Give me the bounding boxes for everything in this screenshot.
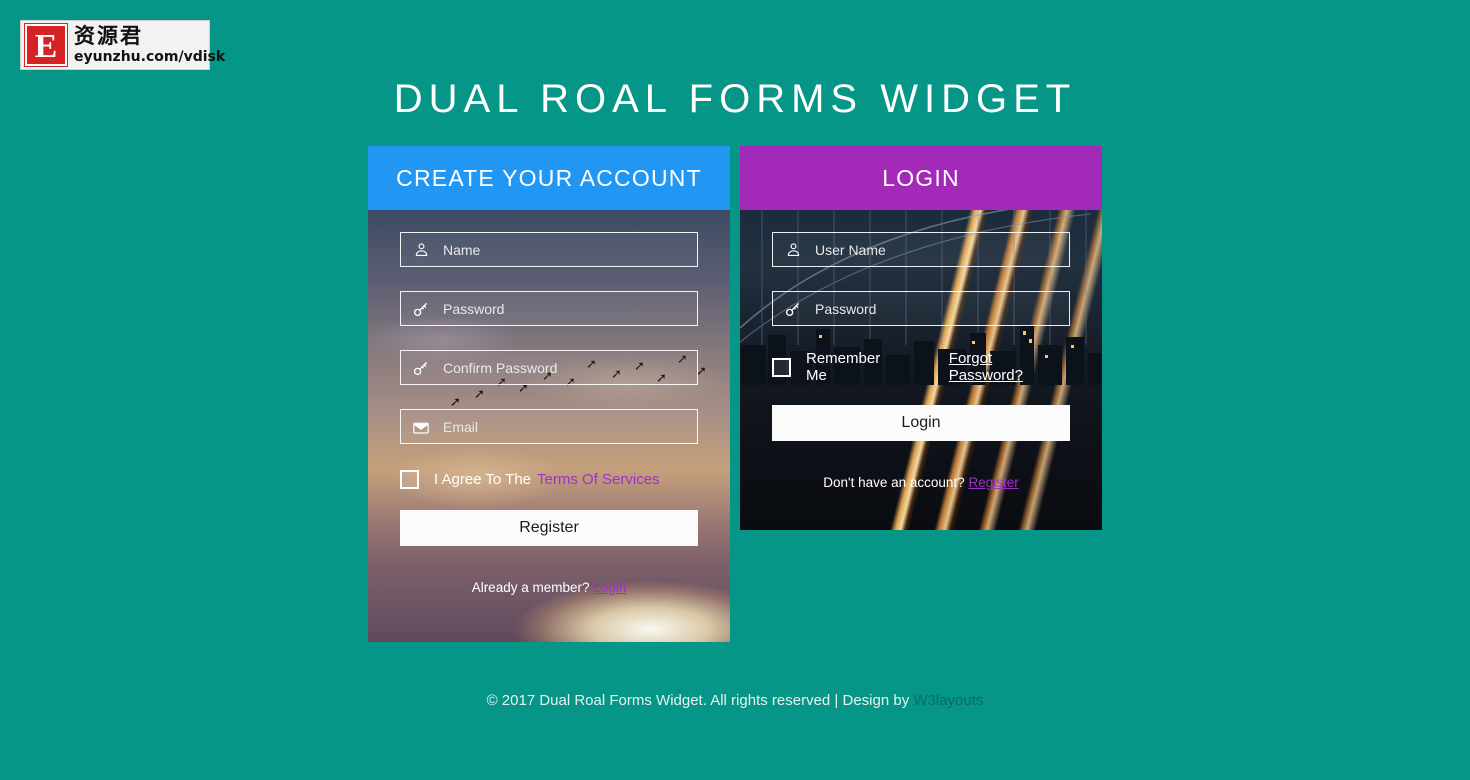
- login-password-input[interactable]: [813, 299, 1059, 318]
- agree-terms-label: I Agree To The: [434, 471, 532, 488]
- register-link[interactable]: Register: [968, 475, 1018, 490]
- envelope-icon: [411, 417, 431, 437]
- forms-container: CREATE YOUR ACCOUNT ➚ ➚ ➚ ➚ ➚ ➚ ➚ ➚ ➚ ➚ …: [368, 146, 1103, 642]
- password-field-wrapper[interactable]: [400, 291, 698, 326]
- key-icon: [783, 299, 803, 319]
- login-panel-header: LOGIN: [740, 146, 1102, 210]
- register-footer-note: Already a member? Login: [400, 580, 698, 619]
- copyright-text: © 2017 Dual Roal Forms Widget. All right…: [486, 692, 910, 709]
- username-field-wrapper[interactable]: [772, 232, 1070, 267]
- remember-me-label: Remember Me: [806, 350, 881, 384]
- email-input[interactable]: [441, 417, 687, 436]
- login-link[interactable]: Login: [593, 580, 626, 595]
- login-password-field-wrapper[interactable]: [772, 291, 1070, 326]
- user-icon: [411, 240, 431, 260]
- bird-icon: ➚: [474, 387, 485, 402]
- w3layouts-link[interactable]: W3layouts: [913, 692, 983, 709]
- remember-me-checkbox[interactable]: [772, 357, 791, 377]
- email-field-wrapper[interactable]: [400, 409, 698, 444]
- register-button[interactable]: Register: [400, 510, 698, 546]
- login-panel: LOGIN User Name Remember Me Forgot Passw…: [740, 146, 1102, 530]
- agree-terms-row[interactable]: I Agree To The Terms Of Services: [400, 470, 698, 489]
- key-icon: [411, 358, 431, 378]
- page-footer: © 2017 Dual Roal Forms Widget. All right…: [0, 692, 1470, 709]
- site-watermark-logo: E 资源君 eyunzhu.com/vdisk: [20, 20, 225, 70]
- remember-me-row[interactable]: Remember Me Forgot Password?: [772, 350, 1070, 384]
- terms-of-services-link[interactable]: Terms Of Services: [537, 471, 660, 488]
- logo-text-block: 资源君 eyunzhu.com/vdisk: [74, 24, 226, 65]
- key-icon: [411, 299, 431, 319]
- confirm-password-field-wrapper[interactable]: [400, 350, 698, 385]
- password-input[interactable]: [441, 299, 687, 318]
- no-account-text: Don't have an account?: [823, 475, 965, 490]
- already-member-text: Already a member?: [471, 580, 590, 595]
- login-footer-note: Don't have an account? Register: [772, 475, 1070, 514]
- username-input[interactable]: [813, 240, 1059, 259]
- agree-terms-checkbox[interactable]: [400, 470, 419, 489]
- register-panel: CREATE YOUR ACCOUNT ➚ ➚ ➚ ➚ ➚ ➚ ➚ ➚ ➚ ➚ …: [368, 146, 730, 642]
- forgot-password-link[interactable]: Forgot Password?: [949, 350, 1070, 384]
- logo-chinese-text: 资源君: [74, 24, 143, 48]
- page-title: DUAL ROAL FORMS WIDGET: [393, 76, 1077, 121]
- register-panel-header: CREATE YOUR ACCOUNT: [368, 146, 730, 210]
- logo-url-text: eyunzhu.com/vdisk: [74, 49, 226, 65]
- logo-e-badge: E: [24, 23, 68, 67]
- login-button[interactable]: Login: [772, 405, 1070, 441]
- confirm-password-input[interactable]: [441, 358, 687, 377]
- name-input[interactable]: [441, 240, 687, 259]
- bird-icon: ➚: [450, 395, 461, 410]
- register-form: ➚ ➚ ➚ ➚ ➚ ➚ ➚ ➚ ➚ ➚ ➚ ➚ Name Email I Agr…: [368, 210, 730, 642]
- login-form: Remember Me Forgot Password? Login Don't…: [740, 210, 1102, 530]
- user-icon: [783, 240, 803, 260]
- name-field-wrapper[interactable]: [400, 232, 698, 267]
